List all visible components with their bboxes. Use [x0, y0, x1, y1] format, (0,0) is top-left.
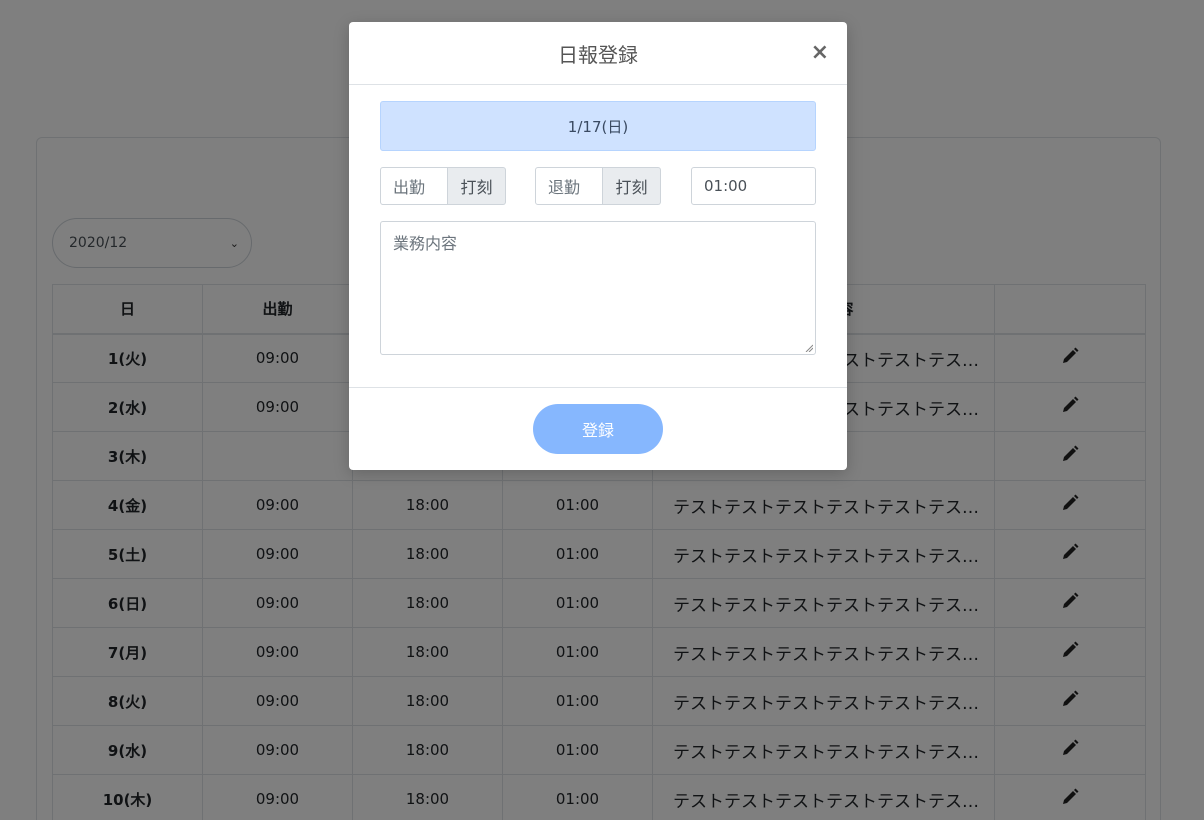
clock-in-field[interactable]: 出勤 [380, 167, 448, 205]
resize-grip-icon[interactable] [805, 344, 813, 352]
task-content-textarea[interactable]: 業務内容 [380, 221, 816, 355]
break-time-field[interactable]: 01:00 [691, 167, 816, 205]
clock-in-stamp-button[interactable]: 打刻 [448, 167, 506, 205]
clock-out-stamp-button[interactable]: 打刻 [603, 167, 661, 205]
modal-title: 日報登録 [558, 42, 638, 67]
clock-out-group: 退勤 打刻 [535, 167, 661, 205]
modal-footer: 登録 [349, 387, 847, 470]
daily-report-modal: 日報登録 × 1/17(日) 出勤 打刻 退勤 打刻 01:00 業務内容 登録 [349, 22, 847, 470]
clock-in-group: 出勤 打刻 [380, 167, 506, 205]
clock-out-field[interactable]: 退勤 [535, 167, 603, 205]
date-banner: 1/17(日) [380, 101, 816, 151]
close-icon[interactable]: × [811, 40, 829, 65]
register-button[interactable]: 登録 [533, 404, 663, 454]
modal-header: 日報登録 × [349, 22, 847, 85]
task-content-placeholder: 業務内容 [393, 234, 458, 253]
